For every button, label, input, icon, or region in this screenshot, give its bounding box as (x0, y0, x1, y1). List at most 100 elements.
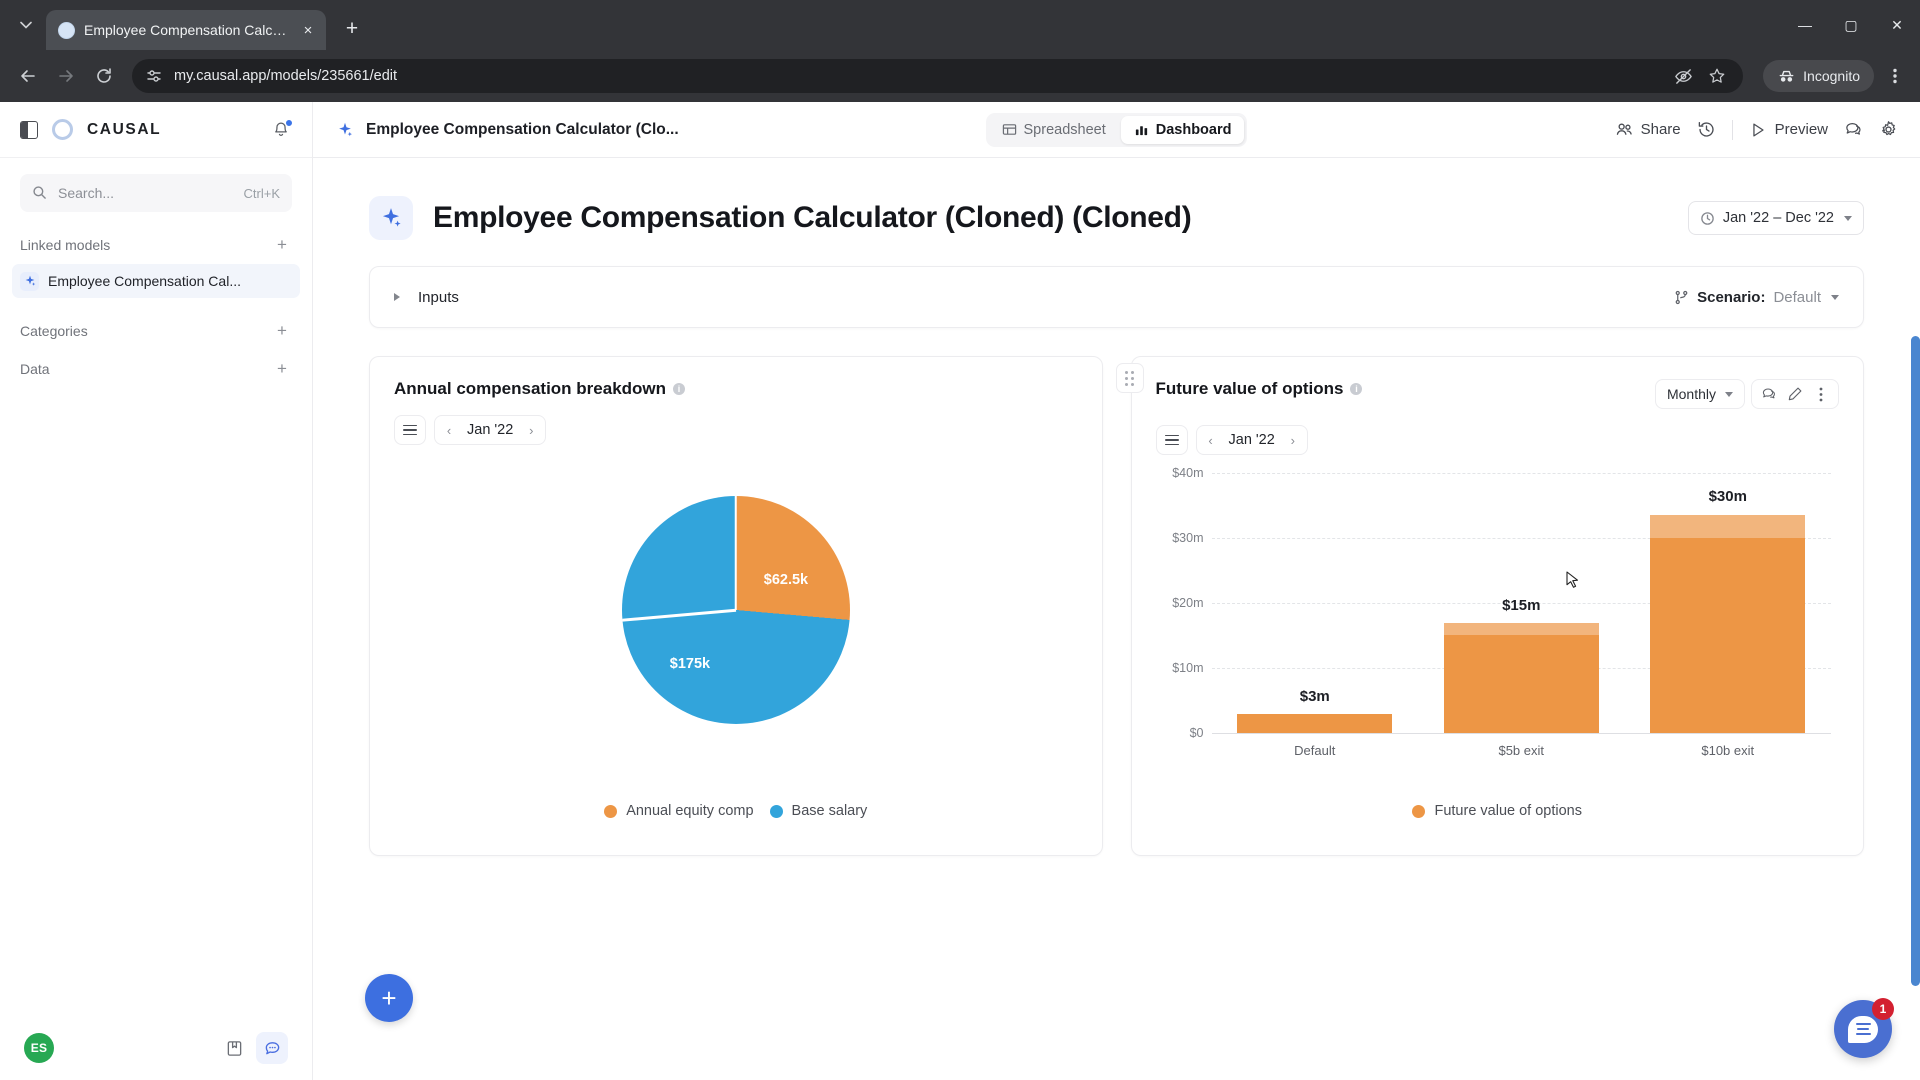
window-controls: — ▢ ✕ (1782, 0, 1920, 50)
hamburger-icon[interactable] (394, 415, 426, 445)
next-period-button[interactable]: › (517, 416, 545, 444)
new-tab-button[interactable]: + (336, 13, 368, 45)
search-icon (32, 185, 48, 201)
tab-label: Spreadsheet (1023, 121, 1106, 138)
x-tick-label: Default (1294, 743, 1336, 758)
section-title: Categories (20, 323, 88, 339)
card-title: Future value of options i (1156, 379, 1363, 399)
bell-icon[interactable] (272, 118, 293, 140)
scenario-value: Default (1773, 288, 1821, 306)
history-icon[interactable] (1697, 120, 1716, 139)
search-input[interactable]: Search... Ctrl+K (20, 174, 292, 212)
share-label: Share (1640, 121, 1681, 138)
sidebar-header: CAUSAL (0, 102, 312, 158)
bar[interactable]: $30m (1650, 488, 1806, 733)
sparkle-icon (369, 196, 413, 240)
minimize-icon[interactable]: — (1782, 3, 1828, 47)
incognito-indicator[interactable]: Incognito (1763, 60, 1874, 92)
period-label: Jan '22 (467, 422, 514, 438)
mouse-cursor (1566, 571, 1579, 588)
sparkle-icon (335, 120, 355, 140)
preview-label: Preview (1774, 121, 1828, 138)
chat-icon[interactable] (256, 1032, 288, 1064)
add-data-button[interactable]: + (272, 359, 292, 379)
avatar[interactable]: ES (24, 1033, 54, 1063)
gear-icon[interactable] (1879, 120, 1898, 139)
kebab-menu-icon[interactable] (1880, 59, 1910, 93)
vertical-scrollbar-thumb[interactable] (1911, 336, 1920, 986)
back-arrow-icon[interactable] (10, 58, 46, 94)
breadcrumb[interactable]: Employee Compensation Calculator (Clo... (335, 120, 679, 140)
forward-arrow-icon[interactable] (48, 58, 84, 94)
eye-off-icon[interactable] (1673, 66, 1693, 86)
info-icon[interactable]: i (673, 383, 686, 395)
maximize-icon[interactable]: ▢ (1828, 3, 1874, 47)
inputs-panel[interactable]: Inputs Scenario: Default (369, 266, 1864, 328)
reload-icon[interactable] (86, 58, 122, 94)
add-linked-model-button[interactable]: + (272, 235, 292, 255)
browser-tab[interactable]: Employee Compensation Calcu... × (46, 10, 326, 50)
add-widget-button[interactable]: + (365, 974, 413, 1022)
card-header: Annual compensation breakdown i (370, 357, 1102, 399)
edit-pencil-icon[interactable] (1782, 381, 1808, 407)
book-icon[interactable] (218, 1032, 250, 1064)
sidebar: CAUSAL Search... Ctrl+K Linked models + (0, 102, 313, 1080)
bar-chart-icon (1135, 126, 1147, 136)
legend-item-base-salary[interactable]: Base salary (769, 803, 867, 819)
info-icon[interactable]: i (1350, 383, 1363, 395)
card-future-value-of-options: Future value of options i Monthly ‹ Jan … (1115, 356, 1864, 856)
add-category-button[interactable]: + (272, 321, 292, 341)
chevron-down-icon (1725, 391, 1733, 397)
legend-item-future-value[interactable]: Future value of options (1412, 803, 1582, 819)
period-navigator: ‹ Jan '22 › (1195, 425, 1308, 455)
comment-icon[interactable] (1844, 120, 1863, 139)
card-annual-compensation-breakdown: Annual compensation breakdown i ‹ Jan '2… (369, 356, 1103, 856)
window-close-icon[interactable]: ✕ (1874, 3, 1920, 47)
prev-period-button[interactable]: ‹ (435, 416, 463, 444)
tab-search-chevron-down-icon[interactable] (12, 11, 40, 39)
pie-graphic[interactable]: $62.5k $175k (621, 496, 850, 724)
scenario-selector[interactable]: Scenario: Default (1673, 289, 1839, 306)
search-shortcut: Ctrl+K (243, 185, 280, 201)
notification-dot (285, 118, 293, 127)
granularity-selector[interactable]: Monthly (1654, 379, 1745, 409)
star-icon[interactable] (1707, 66, 1727, 86)
divider (1731, 119, 1733, 140)
share-button[interactable]: Share (1615, 120, 1681, 139)
sidebar-section-data: Data + (0, 352, 312, 386)
legend-item-equity[interactable]: Annual equity comp (604, 803, 754, 819)
legend-swatch (769, 804, 783, 818)
date-range-selector[interactable]: Jan '22 – Dec '22 (1687, 201, 1864, 235)
bar[interactable]: $15m (1443, 597, 1599, 733)
people-icon (1615, 120, 1634, 139)
pie-slice-label-equity: $62.5k (763, 572, 809, 588)
causal-logo-icon (52, 119, 73, 140)
support-chat-button[interactable]: 1 (1834, 998, 1894, 1058)
next-period-button[interactable]: › (1279, 426, 1307, 454)
close-icon[interactable]: × (298, 20, 318, 40)
tab-spreadsheet[interactable]: Spreadsheet (989, 116, 1119, 144)
page-header: Employee Compensation Calculator (Cloned… (313, 158, 1920, 240)
preview-button[interactable]: Preview (1749, 120, 1828, 139)
granularity-label: Monthly (1666, 386, 1716, 402)
chevron-right-icon[interactable] (394, 293, 400, 301)
comment-icon[interactable] (1756, 381, 1782, 407)
prev-period-button[interactable]: ‹ (1197, 426, 1225, 454)
card-title-text: Annual compensation breakdown (394, 379, 667, 398)
bar-chart: $40m $30m $20m $10m $0 $3m $15m $30m Def… (1158, 466, 1838, 773)
site-settings-icon[interactable] (144, 66, 164, 86)
period-controls: ‹ Jan '22 › (1132, 409, 1864, 455)
address-bar[interactable]: my.causal.app/models/235661/edit (132, 59, 1744, 93)
panel-toggle-icon[interactable] (20, 120, 38, 139)
bar[interactable]: $3m (1237, 688, 1393, 733)
hamburger-icon[interactable] (1155, 425, 1188, 455)
breadcrumb-label: Employee Compensation Calculator (Clo... (366, 120, 679, 138)
sidebar-item-employee-compensation-calculator[interactable]: Employee Compensation Cal... (12, 264, 300, 298)
sidebar-footer: ES (0, 1016, 312, 1080)
page-title: Employee Compensation Calculator (Cloned… (433, 201, 1192, 234)
more-vertical-icon[interactable] (1808, 381, 1834, 407)
bar-series: $3m $15m $30m (1212, 473, 1832, 733)
tab-dashboard[interactable]: Dashboard (1120, 115, 1245, 144)
incognito-label: Incognito (1803, 68, 1860, 84)
chat-bubble-icon (1848, 1015, 1878, 1043)
